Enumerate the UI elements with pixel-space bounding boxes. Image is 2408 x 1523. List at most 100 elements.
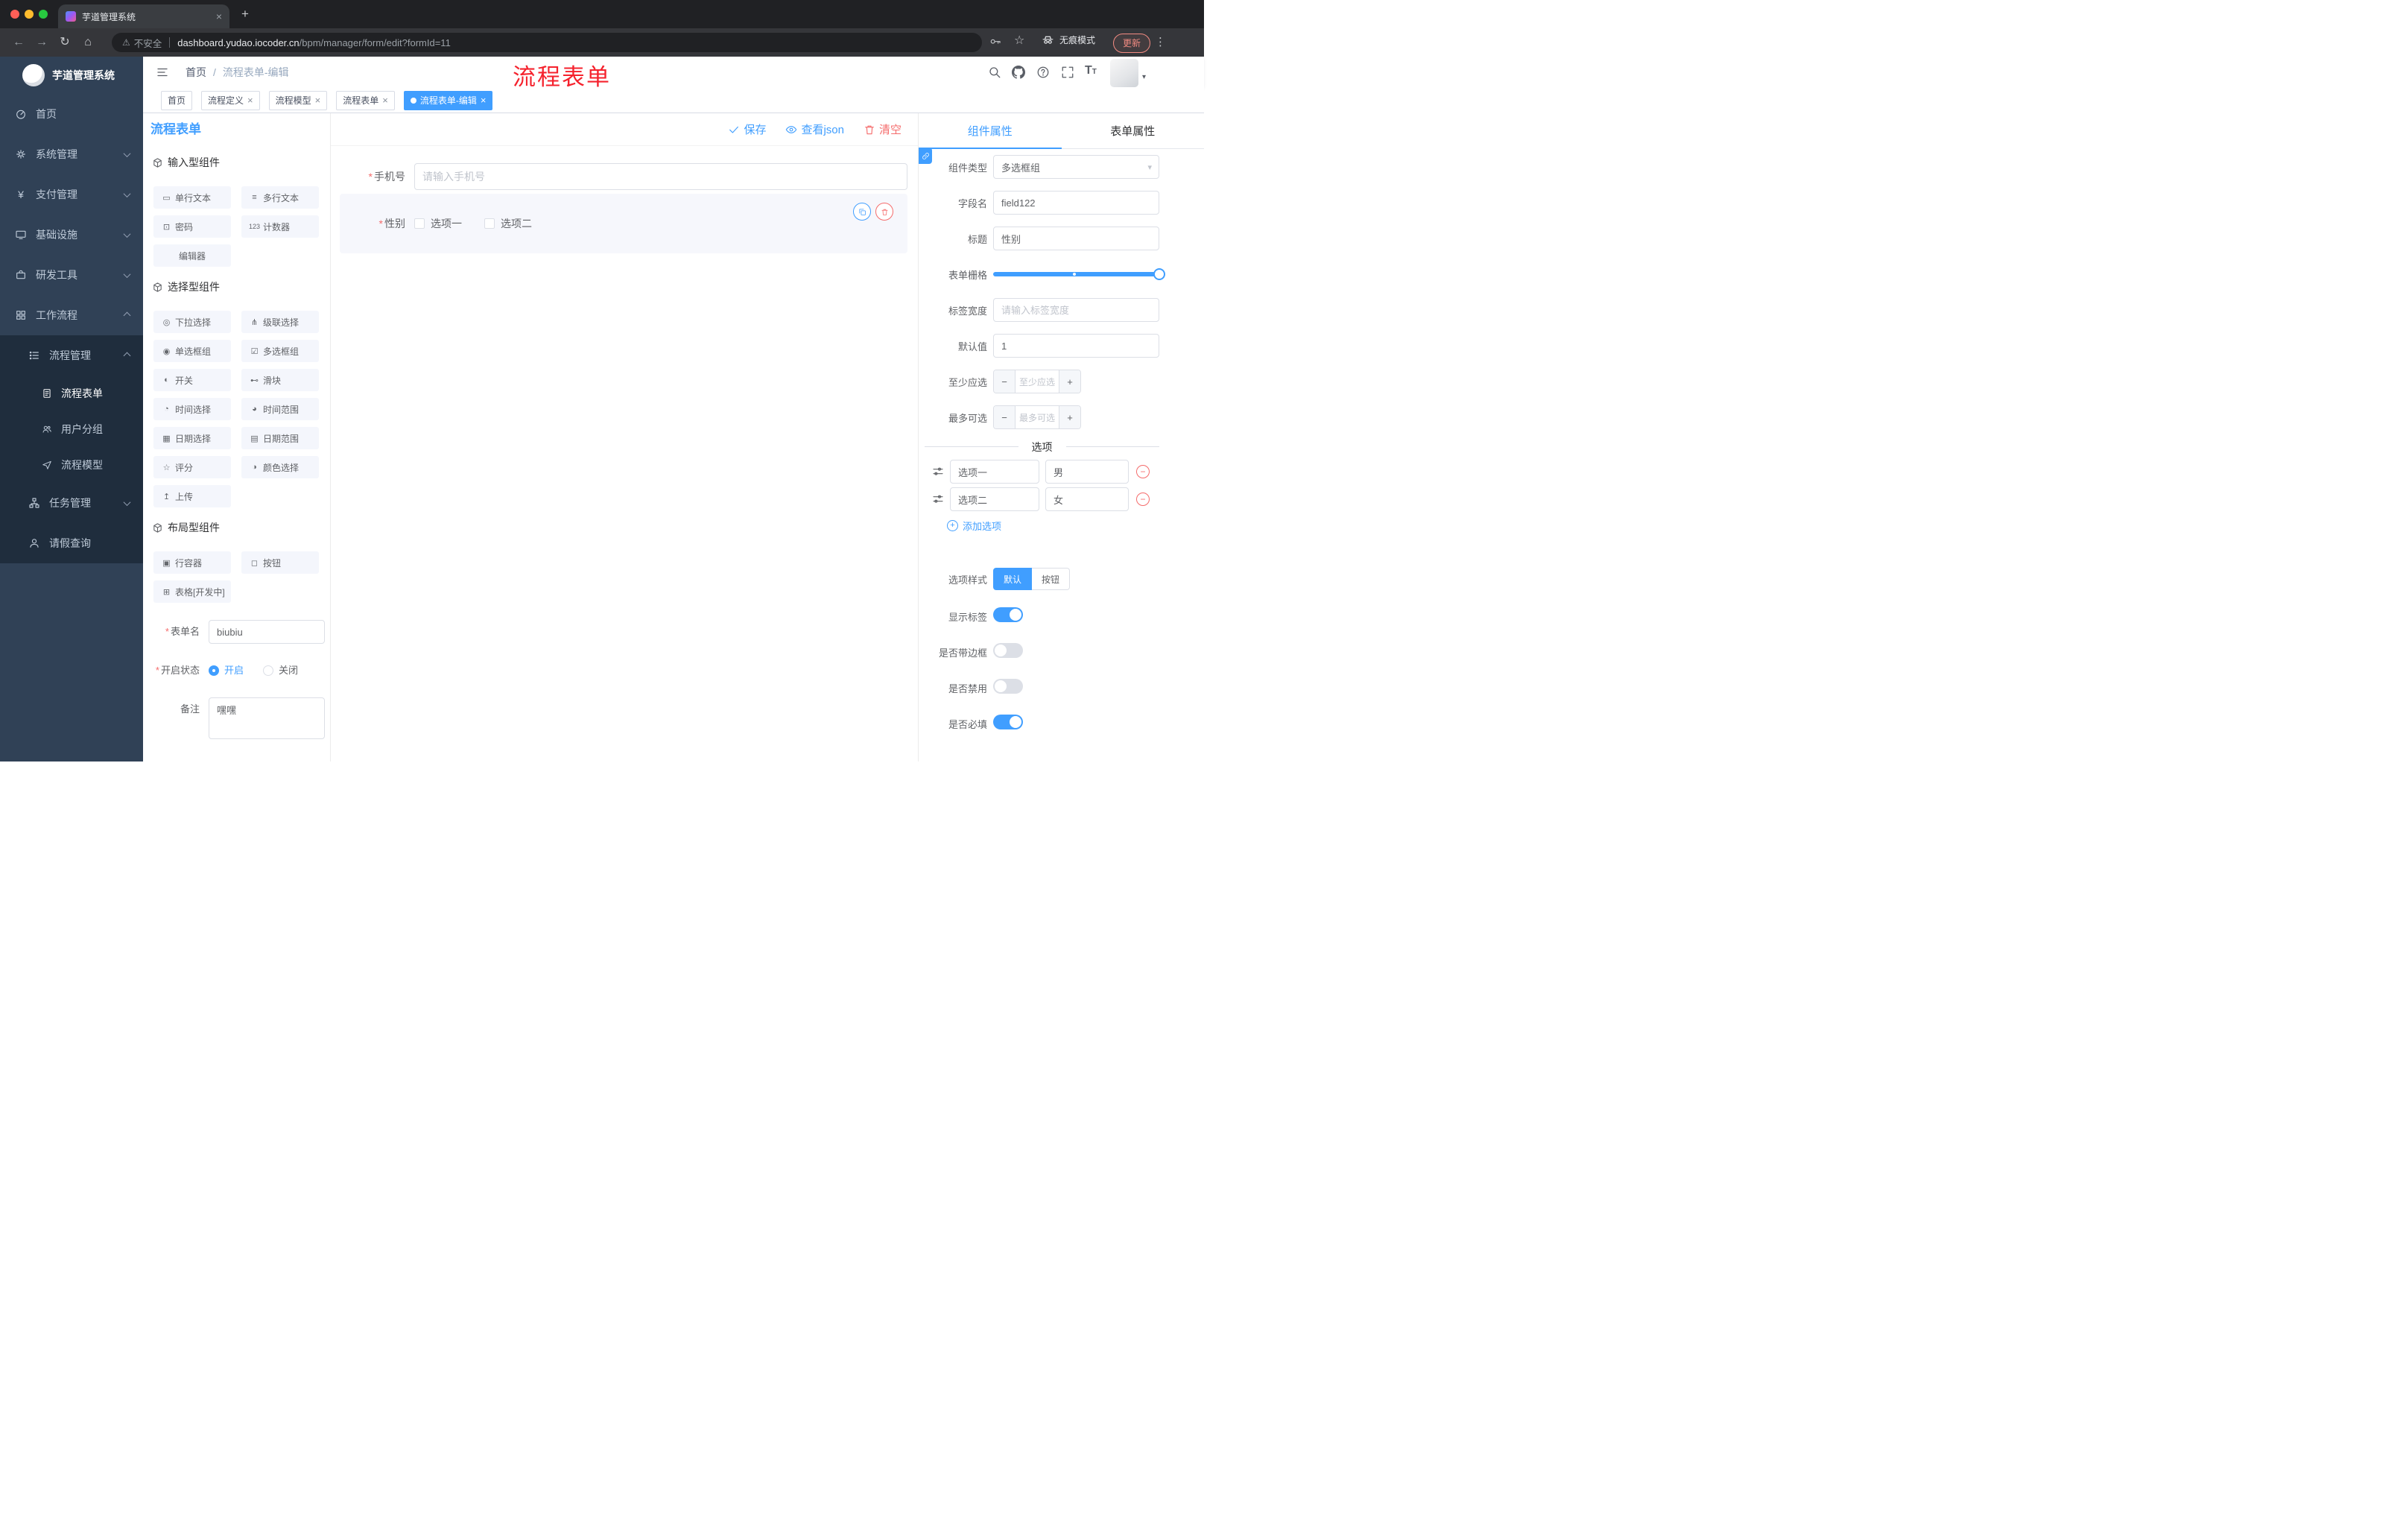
sidebar-item-task-management[interactable]: 任务管理 (0, 483, 143, 523)
hamburger-button[interactable] (156, 66, 169, 79)
browser-menu-icon[interactable]: ⋮ (1155, 34, 1166, 51)
component-button[interactable]: ◔ 时间选择 (153, 398, 231, 420)
address-bar[interactable]: ⚠ 不安全 dashboard.yudao.iocoder.cn /bpm/ma… (112, 33, 982, 52)
checkbox-option-2[interactable]: 选项二 (484, 216, 532, 231)
tag-close-icon[interactable]: × (315, 95, 321, 106)
browser-update-button[interactable]: 更新 (1113, 34, 1151, 53)
add-option-button[interactable]: + 添加选项 (947, 519, 1159, 533)
component-button[interactable]: ⊡ 密码 (153, 215, 231, 238)
component-button[interactable]: 编辑器 (153, 244, 231, 267)
sidebar-logo[interactable]: 芋道管理系统 (0, 57, 143, 94)
back-button[interactable]: ← (10, 34, 27, 51)
tab-form-props[interactable]: 表单属性 (1062, 113, 1205, 148)
max-select-value[interactable]: 最多可选 (1016, 406, 1059, 428)
phone-input[interactable] (414, 163, 907, 190)
drag-handle-icon[interactable] (932, 493, 944, 505)
link-handle-button[interactable] (919, 148, 932, 164)
window-zoom-button[interactable] (39, 10, 48, 19)
delete-field-button[interactable] (875, 203, 893, 221)
form-name-input[interactable] (209, 620, 325, 644)
sidebar-item-home[interactable]: 首页 (0, 94, 143, 134)
label-width-input[interactable] (993, 298, 1159, 322)
reload-button[interactable]: ↻ (57, 34, 73, 51)
decrease-button[interactable]: − (994, 370, 1016, 393)
sidebar-item-infrastructure[interactable]: 基础设施 (0, 215, 143, 255)
decrease-button[interactable]: − (994, 406, 1016, 428)
component-button[interactable]: ◕ 时间范围 (241, 398, 319, 420)
component-button[interactable]: ⋔ 级联选择 (241, 311, 319, 333)
component-button[interactable]: ☆ 评分 (153, 456, 231, 478)
field-name-input[interactable] (993, 191, 1159, 215)
tag-close-icon[interactable]: × (247, 95, 253, 106)
tab-close-icon[interactable]: × (216, 10, 222, 22)
font-size-icon[interactable]: TT (1085, 64, 1097, 77)
component-button[interactable]: ▤ 日期范围 (241, 427, 319, 449)
remove-option-button[interactable]: − (1136, 465, 1150, 478)
fullscreen-icon[interactable] (1061, 66, 1074, 79)
save-button[interactable]: 保存 (728, 121, 766, 137)
increase-button[interactable]: + (1059, 406, 1080, 428)
option-style-default-button[interactable]: 默认 (993, 568, 1033, 590)
increase-button[interactable]: + (1059, 370, 1080, 393)
home-button[interactable]: ⌂ (80, 34, 96, 51)
sidebar-item-system[interactable]: 系统管理 (0, 134, 143, 174)
component-button[interactable]: ▣ 行容器 (153, 551, 231, 574)
help-icon[interactable] (1036, 66, 1050, 79)
status-radio-off[interactable]: 关闭 (263, 659, 298, 683)
window-close-button[interactable] (10, 10, 19, 19)
component-button[interactable]: ≡ 多行文本 (241, 186, 319, 209)
border-switch[interactable] (993, 642, 1023, 658)
component-type-select[interactable]: 多选框组 ▾ (993, 155, 1159, 179)
tags-view-item[interactable]: 流程定义 × (201, 90, 260, 110)
disabled-switch[interactable] (993, 678, 1023, 694)
tag-close-icon[interactable]: × (481, 95, 487, 106)
component-button[interactable]: ◻ 按钮 (241, 551, 319, 574)
tags-view-item[interactable]: 流程表单 × (336, 90, 395, 110)
component-button[interactable]: ⊞ 表格[开发中] (153, 580, 231, 603)
tags-view-item-active[interactable]: 流程表单-编辑 × (403, 90, 493, 110)
new-tab-button[interactable]: + (237, 6, 253, 22)
component-button[interactable]: ▦ 日期选择 (153, 427, 231, 449)
tags-view-item[interactable]: 流程模型 × (268, 90, 328, 110)
sidebar-item-process-management[interactable]: 流程管理 (0, 335, 143, 376)
component-button[interactable]: ◐ 开关 (153, 369, 231, 391)
window-minimize-button[interactable] (25, 10, 34, 19)
component-button[interactable]: 123 计数器 (241, 215, 319, 238)
checkbox-icon[interactable] (414, 218, 425, 229)
phone-field-row[interactable]: * 手机号 (340, 163, 907, 190)
required-switch[interactable] (993, 714, 1023, 729)
component-button[interactable]: ◎ 下拉选择 (153, 311, 231, 333)
tag-close-icon[interactable]: × (382, 95, 388, 106)
component-button[interactable]: ◑ 颜色选择 (241, 456, 319, 478)
option-label-input[interactable] (950, 460, 1039, 484)
component-button[interactable]: ▭ 单行文本 (153, 186, 231, 209)
tags-view-item[interactable]: 首页 (161, 90, 193, 110)
option-value-input[interactable] (1045, 487, 1129, 511)
sidebar-item-payment[interactable]: ¥ 支付管理 (0, 174, 143, 215)
password-key-icon[interactable] (989, 35, 1001, 47)
form-grid-slider[interactable] (993, 262, 1165, 286)
breadcrumb-home[interactable]: 首页 (186, 65, 206, 80)
browser-tab[interactable]: 芋道管理系统 × (58, 4, 229, 28)
component-button[interactable]: ⊷ 滑块 (241, 369, 319, 391)
copy-field-button[interactable] (853, 203, 871, 221)
title-input[interactable] (993, 227, 1159, 250)
component-button[interactable]: ◉ 单选框组 (153, 340, 231, 362)
show-label-switch[interactable] (993, 607, 1023, 622)
slider-track[interactable] (993, 268, 1165, 280)
github-icon[interactable] (1012, 66, 1025, 79)
component-button[interactable]: ☑ 多选框组 (241, 340, 319, 362)
min-select-value[interactable]: 至少应选 (1016, 370, 1059, 393)
sidebar-item-process-form[interactable]: 流程表单 (0, 376, 143, 411)
user-avatar[interactable] (1110, 59, 1138, 87)
tab-component-props[interactable]: 组件属性 (919, 113, 1062, 149)
view-json-button[interactable]: 查看json (785, 121, 844, 137)
sidebar-item-devtools[interactable]: 研发工具 (0, 255, 143, 295)
sidebar-item-leave-query[interactable]: 请假查询 (0, 523, 143, 563)
sidebar-item-process-model[interactable]: 流程模型 (0, 447, 143, 483)
drag-handle-icon[interactable] (932, 466, 944, 478)
forward-button[interactable]: → (34, 34, 50, 51)
sidebar-item-workflow[interactable]: 工作流程 (0, 295, 143, 335)
component-button[interactable]: ↥ 上传 (153, 485, 231, 507)
gender-field-selected[interactable]: * 性别 选项一 选项二 (340, 194, 907, 253)
